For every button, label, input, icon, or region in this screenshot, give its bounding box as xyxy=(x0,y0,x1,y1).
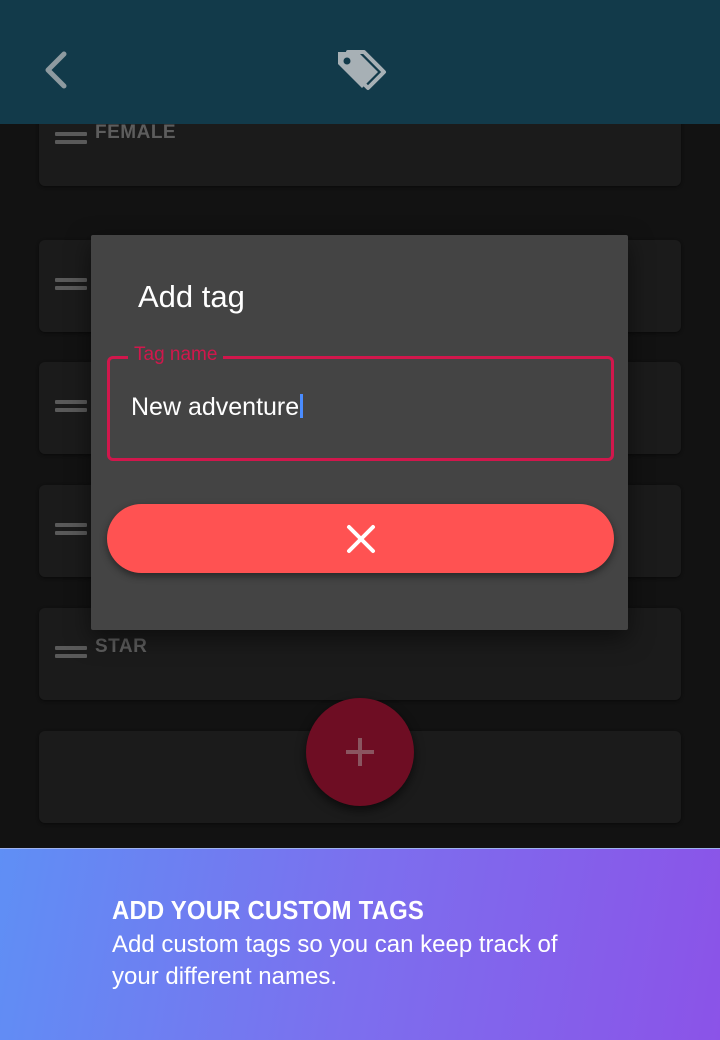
add-tag-dialog: Add tag Tag name New adventure xyxy=(91,235,628,630)
tag-name-label: Tag name xyxy=(128,344,224,366)
screen: FEMALE STAR Add tag Tag name New adventu… xyxy=(0,0,720,1040)
dialog-title: Add tag xyxy=(138,279,245,314)
promo-description: Add custom tags so you can keep track of… xyxy=(112,931,558,990)
chevron-left-icon xyxy=(45,51,67,89)
app-bar xyxy=(0,0,720,124)
tag-name-value: New adventure xyxy=(131,393,300,421)
tag-name-input[interactable]: New adventure xyxy=(131,393,304,422)
promo-title: ADD YOUR CUSTOM TAGS xyxy=(112,895,425,925)
tag-name-field[interactable]: Tag name New adventure xyxy=(107,344,614,461)
back-button[interactable] xyxy=(36,46,76,94)
cancel-button[interactable] xyxy=(107,504,614,573)
text-caret xyxy=(300,394,304,418)
close-icon xyxy=(346,524,375,553)
plus-icon xyxy=(346,738,374,766)
tags-icon xyxy=(334,46,388,94)
promo-banner: ADD YOUR CUSTOM TAGS Add custom tags so … xyxy=(0,848,720,1040)
add-tag-button[interactable] xyxy=(306,698,414,806)
